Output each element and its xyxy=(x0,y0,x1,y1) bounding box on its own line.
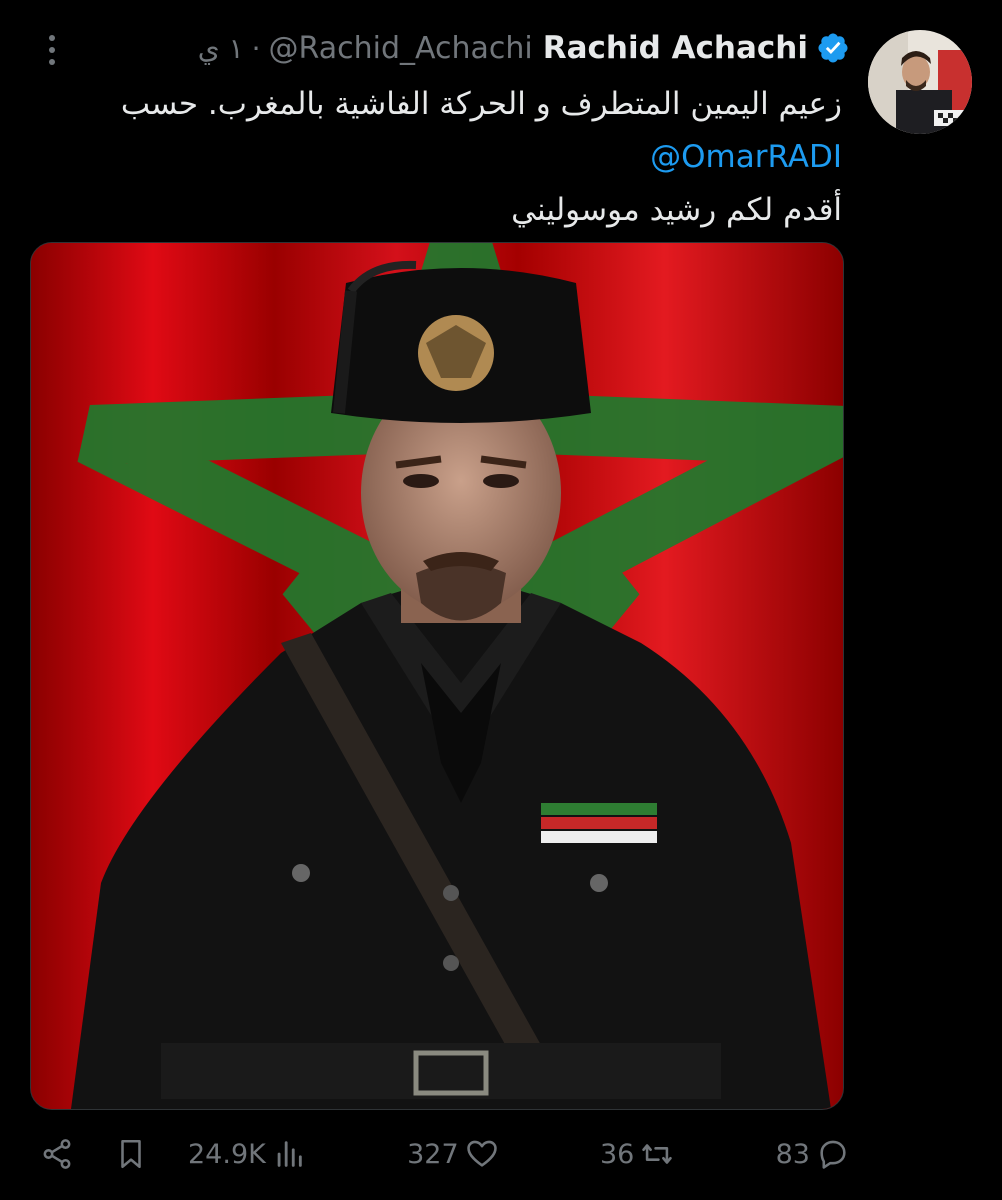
share-icon xyxy=(40,1137,74,1171)
retweet-count: 36 xyxy=(599,1138,635,1170)
mention-link[interactable]: @OmarRADI xyxy=(650,139,842,175)
views-count: 24.9K xyxy=(188,1138,266,1170)
avatar-image xyxy=(868,30,972,134)
tweet-timestamp[interactable]: ١ ي xyxy=(198,32,244,65)
analytics-icon xyxy=(272,1137,306,1171)
tweet-text-line-1: زعيم اليمين المتطرف و الحركة الفاشية بال… xyxy=(120,86,842,122)
tweet-text-line-2: أقدم لكم رشيد موسوليني xyxy=(511,192,842,228)
tweet-container: ١ ي · @Rachid_Achachi Rachid Achachi زعي… xyxy=(0,0,1002,1200)
reply-count: 83 xyxy=(775,1138,810,1170)
header-separator: · xyxy=(251,31,261,65)
tweet-action-bar: 24.9K 327 36 83 xyxy=(40,1128,850,1180)
reply-button[interactable]: 83 xyxy=(776,1137,850,1171)
like-button[interactable]: 327 xyxy=(407,1137,499,1171)
reply-icon xyxy=(816,1137,850,1171)
user-handle[interactable]: @Rachid_Achachi xyxy=(269,31,533,66)
views-button[interactable]: 24.9K xyxy=(188,1137,306,1171)
more-options-icon[interactable] xyxy=(36,30,68,70)
tweet-header: ١ ي · @Rachid_Achachi Rachid Achachi xyxy=(110,26,850,70)
tweet-text: زعيم اليمين المتطرف و الحركة الفاشية بال… xyxy=(100,78,842,237)
avatar[interactable] xyxy=(868,30,972,134)
verified-badge-icon xyxy=(816,31,850,65)
retweet-icon xyxy=(640,1137,674,1171)
heart-icon xyxy=(465,1137,499,1171)
bookmark-icon xyxy=(114,1137,148,1171)
like-count: 327 xyxy=(407,1138,459,1170)
retweet-button[interactable]: 36 xyxy=(600,1137,674,1171)
share-button[interactable] xyxy=(40,1137,74,1171)
user-display-name[interactable]: Rachid Achachi xyxy=(543,30,808,66)
tweet-media-image[interactable] xyxy=(30,242,844,1110)
bookmark-button[interactable] xyxy=(114,1137,148,1171)
